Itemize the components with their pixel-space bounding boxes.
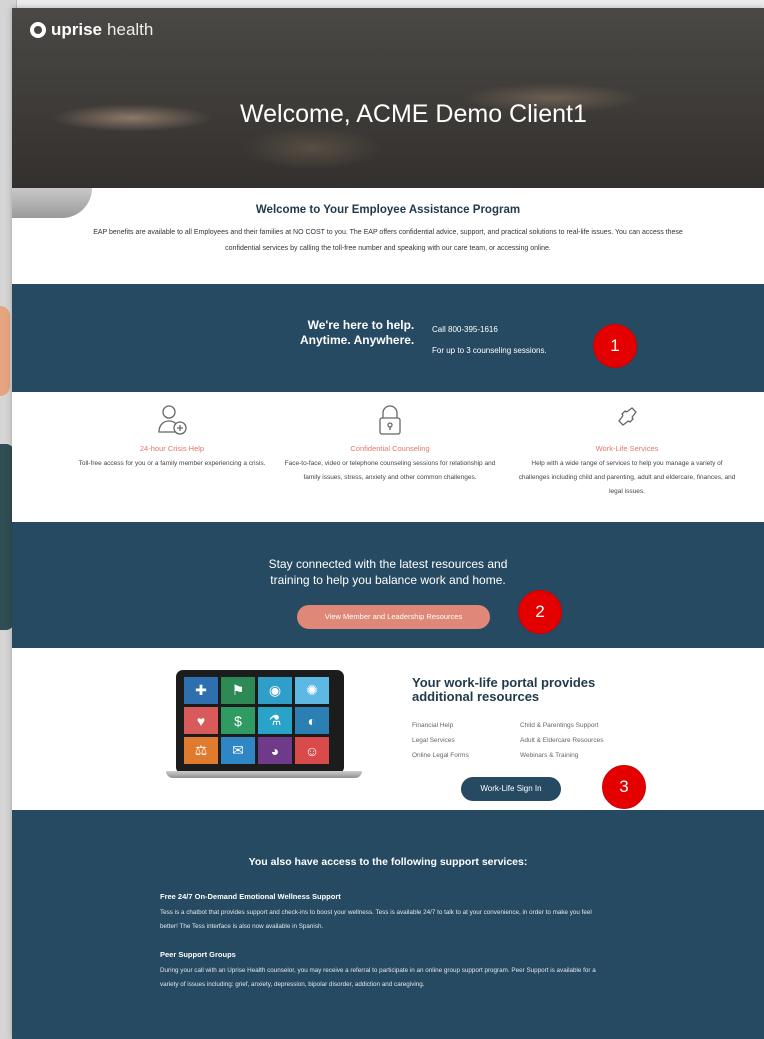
app-tile-icon: ✺ [295, 677, 329, 704]
laptop-illustration: ✚ ⚑ ◉ ✺ ♥ $ ⚗ ◐ ⚖ ✉ ◕ ☺ [166, 670, 362, 778]
app-tile-icon: ◕ [258, 737, 292, 764]
uprise-health-logo[interactable]: uprise health [30, 20, 153, 40]
callout-badge-2: 2 [518, 590, 562, 634]
app-tile-icon: ✚ [184, 677, 218, 704]
laptop-base [166, 771, 362, 778]
help-tagline-line1: We're here to help. [307, 318, 415, 332]
background-shape [0, 306, 10, 396]
intro-section: Welcome to Your Employee Assistance Prog… [12, 204, 764, 257]
resources-message-line1: Stay connected with the latest resources… [268, 557, 508, 571]
service-description: Help with a wide range of services to he… [518, 460, 736, 495]
portal-link-online-legal-forms[interactable]: Online Legal Forms [412, 752, 469, 759]
app-tile-icon: ⚖ [184, 737, 218, 764]
support-item-title: Peer Support Groups [160, 950, 236, 959]
callout-badge-1: 1 [593, 324, 637, 368]
help-tagline-line2: Anytime. Anywhere. [300, 333, 415, 347]
work-life-portal-section: ✚ ⚑ ◉ ✺ ♥ $ ⚗ ◐ ⚖ ✉ ◕ ☺ Your work-life portal provi… [12, 648, 764, 810]
doctor-plus-icon [62, 402, 282, 438]
intro-heading: Welcome to Your Employee Assistance Prog… [255, 204, 521, 216]
support-item-peer-groups: Peer Support Groups During your call wit… [160, 950, 600, 992]
portal-heading: Your work-life portal provides additiona… [412, 675, 596, 704]
app-tile-icon: ◐ [295, 707, 329, 734]
lock-icon [280, 402, 500, 438]
service-confidential-counseling: Confidential Counseling Face-to-face, vi… [280, 402, 500, 485]
work-life-sign-in-button[interactable]: Work-Life Sign In [461, 777, 561, 801]
portal-link-child-parenting[interactable]: Child & Parentings Support [520, 722, 598, 729]
support-services-section: You also have access to the following su… [12, 810, 764, 1039]
resources-banner: Stay connected with the latest resources… [12, 522, 764, 648]
intro-body: EAP benefits are available to all Employ… [93, 229, 683, 252]
call-info: Call 800-395-1616 For up to 3 counseling… [432, 319, 547, 361]
phone-icon [517, 402, 737, 438]
support-item-title: Free 24/7 On-Demand Emotional Wellness S… [160, 892, 341, 901]
service-title: Confidential Counseling [350, 444, 430, 453]
app-tile-icon: $ [221, 707, 255, 734]
service-description: Face-to-face, video or telephone counsel… [284, 460, 496, 481]
service-crisis-help: 24-hour Crisis Help Toll-free access for… [62, 402, 282, 471]
service-work-life: Work-Life Services Help with a wide rang… [517, 402, 737, 499]
portal-link-financial-help[interactable]: Financial Help [412, 722, 453, 729]
service-description: Toll-free access for you or a family mem… [78, 460, 266, 467]
service-title: Work-Life Services [595, 444, 659, 453]
app-tile-grid: ✚ ⚑ ◉ ✺ ♥ $ ⚗ ◐ ⚖ ✉ ◕ ☺ [184, 677, 329, 764]
phone-number[interactable]: Call 800-395-1616 [432, 319, 547, 340]
view-resources-button[interactable]: View Member and Leadership Resources [297, 605, 490, 629]
app-tile-icon: ☺ [295, 737, 329, 764]
eap-landing-page: uprise health Welcome, ACME Demo Client1 … [12, 8, 764, 1039]
portal-link-legal-services[interactable]: Legal Services [412, 737, 455, 744]
support-item-description: Tess is a chatbot that provides support … [160, 909, 592, 930]
callout-badge-3: 3 [602, 765, 646, 809]
service-title: 24-hour Crisis Help [139, 444, 205, 453]
resources-message-line2: training to help you balance work and ho… [270, 573, 506, 587]
resources-message: Stay connected with the latest resources… [12, 556, 764, 588]
hero-banner: uprise health Welcome, ACME Demo Client1 [12, 8, 764, 188]
app-tile-icon: ✉ [221, 737, 255, 764]
welcome-title: Welcome, ACME Demo Client1 [240, 100, 587, 128]
logo-text-light: health [107, 20, 154, 39]
sessions-note: For up to 3 counseling sessions. [432, 346, 547, 355]
support-item-wellness: Free 24/7 On-Demand Emotional Wellness S… [160, 892, 600, 934]
portal-link-webinars-training[interactable]: Webinars & Training [520, 752, 578, 759]
laptop-screen: ✚ ⚑ ◉ ✺ ♥ $ ⚗ ◐ ⚖ ✉ ◕ ☺ [176, 670, 344, 774]
app-tile-icon: ◉ [258, 677, 292, 704]
app-tile-icon: ⚑ [221, 677, 255, 704]
support-item-description: During your call with an Uprise Health c… [160, 967, 596, 988]
app-tile-icon: ⚗ [258, 707, 292, 734]
services-section: 24-hour Crisis Help Toll-free access for… [12, 392, 764, 522]
portal-link-adult-eldercare[interactable]: Adult & Eldercare Resources [520, 737, 603, 744]
help-banner: We're here to help. Anytime. Anywhere. C… [12, 284, 764, 392]
logo-text-bold: uprise [51, 20, 103, 39]
support-heading: You also have access to the following su… [248, 856, 528, 868]
app-tile-icon: ♥ [184, 707, 218, 734]
help-tagline: We're here to help. Anytime. Anywhere. [300, 318, 414, 348]
logo-mark-icon [30, 22, 46, 38]
